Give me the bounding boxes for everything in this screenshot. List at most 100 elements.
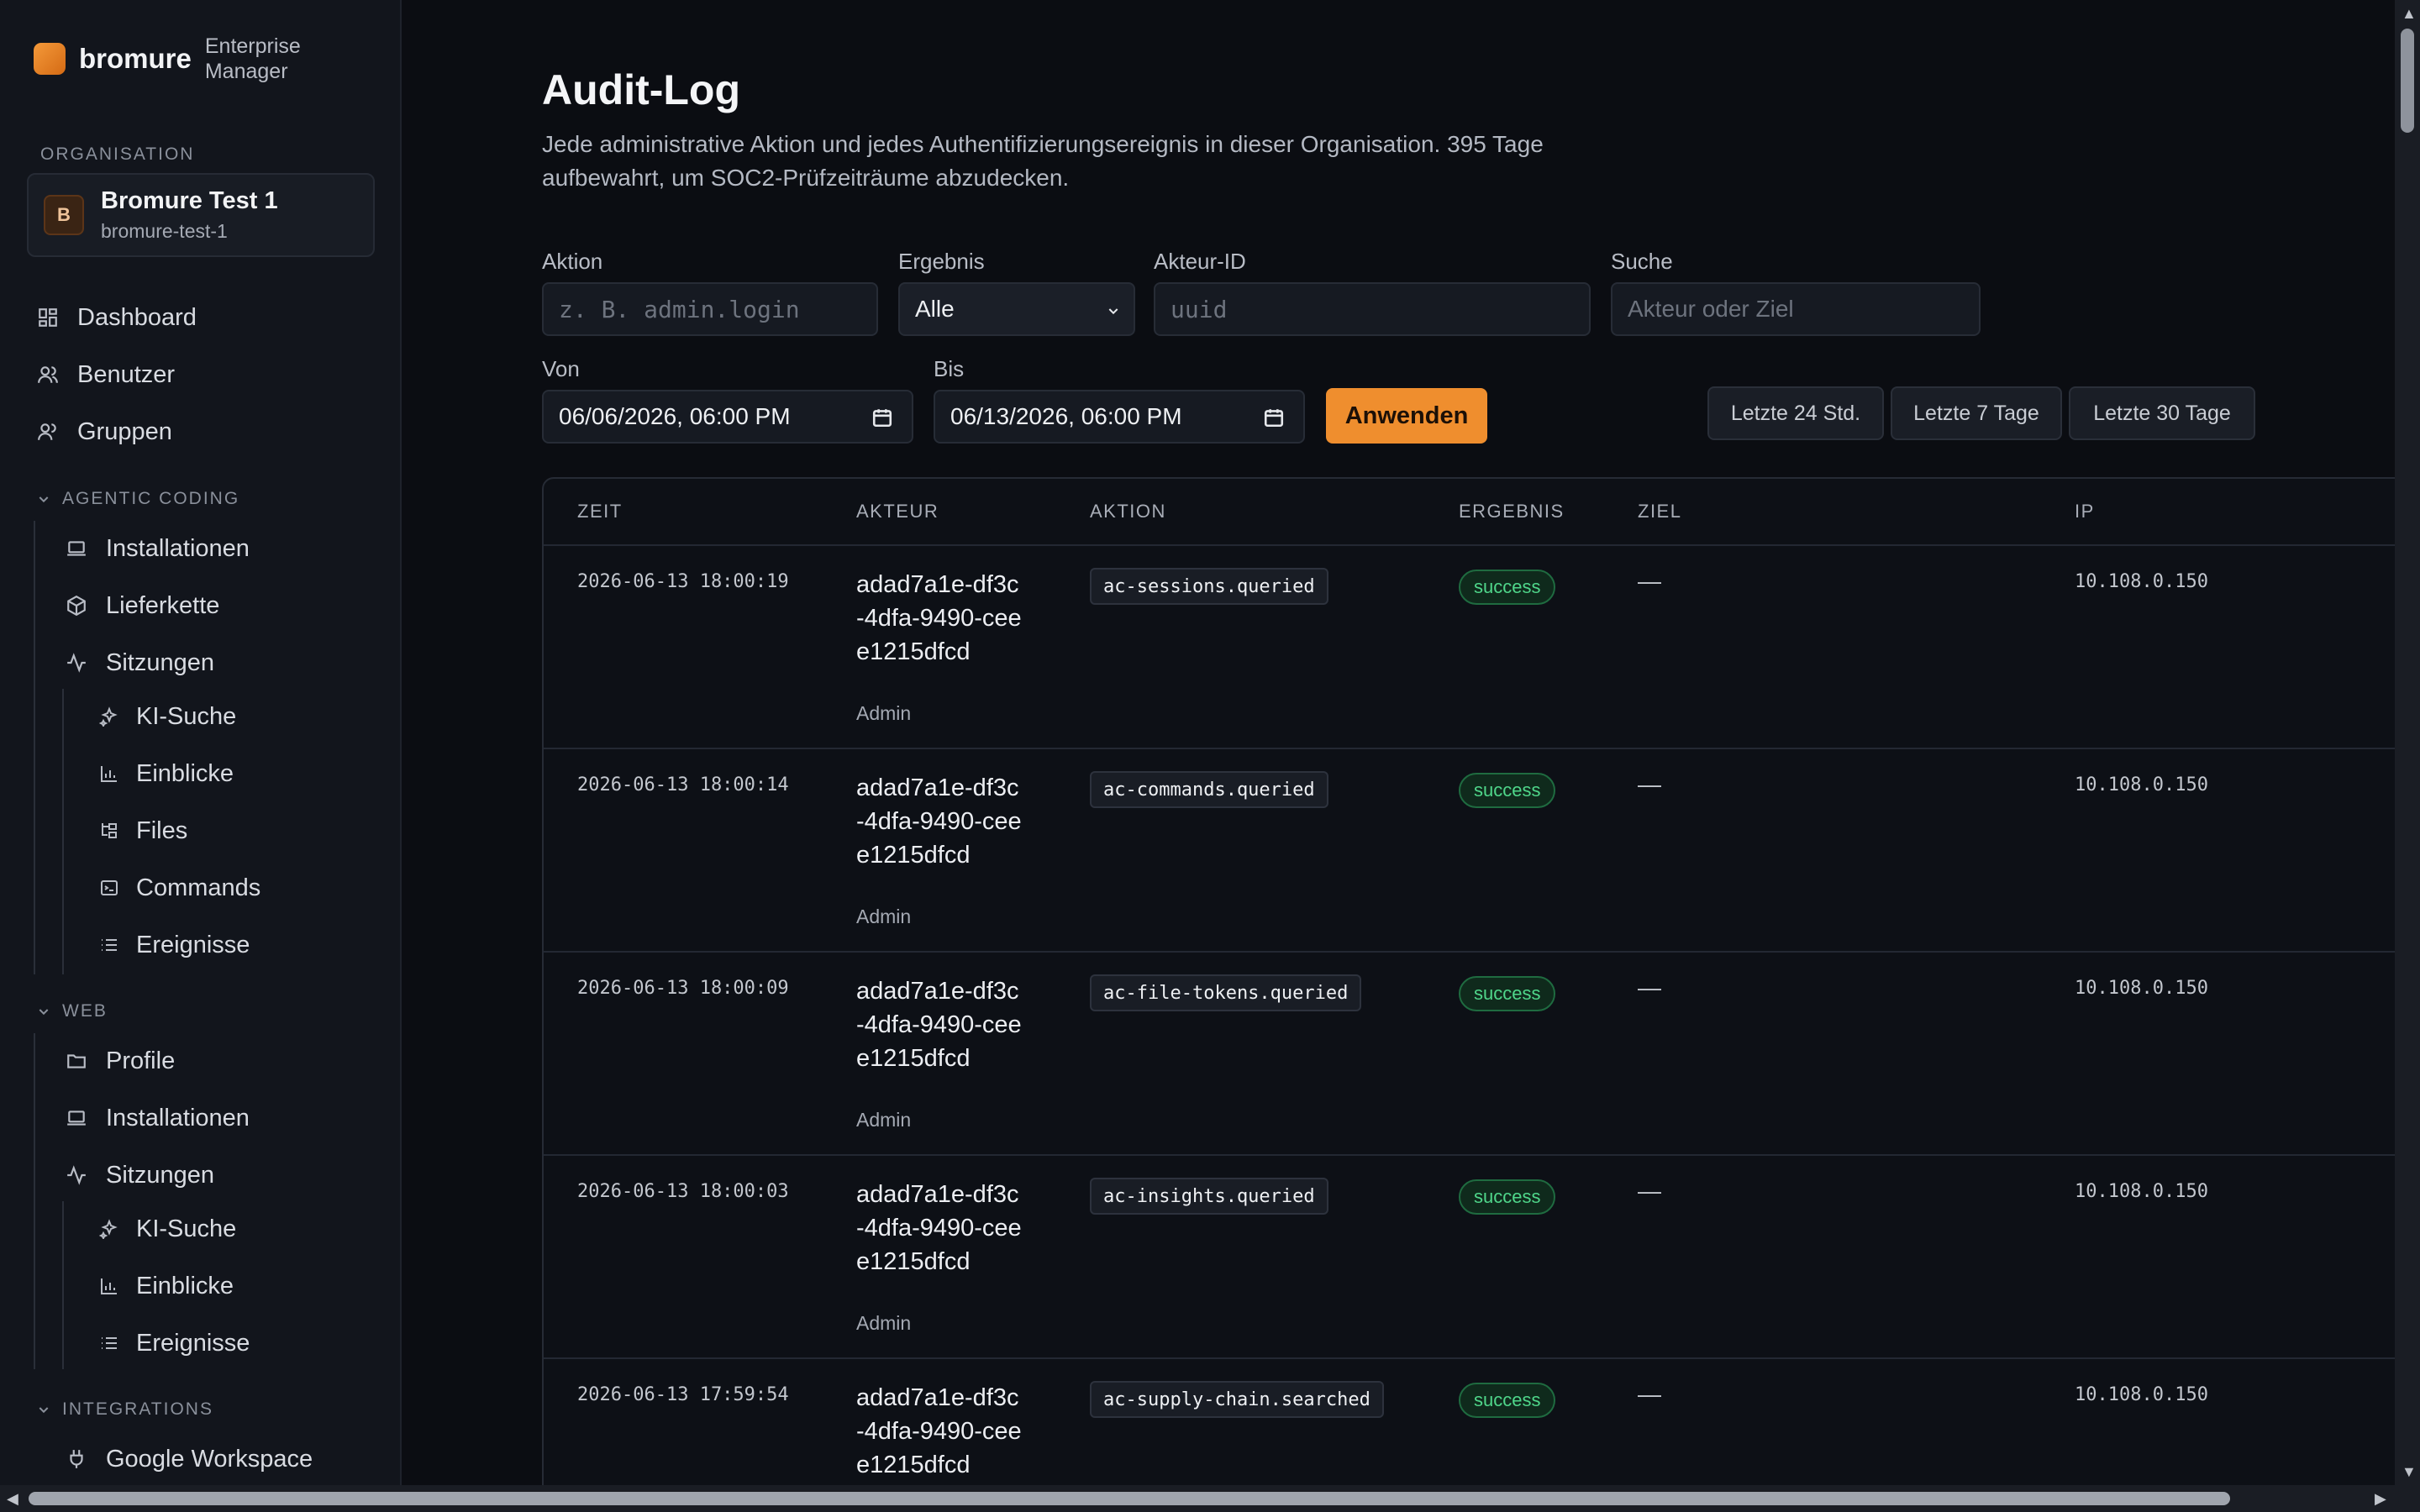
row-time: 2026-06-13 18:00:03	[577, 1181, 789, 1202]
result-filter-select[interactable]: Alle	[898, 282, 1135, 336]
to-date-label: Bis	[934, 356, 965, 381]
sidebar-item-label: KI-Suche	[136, 1215, 237, 1242]
org-switcher[interactable]: B Bromure Test 1 bromure-test-1	[27, 173, 375, 257]
sidebar-item-label: Files	[136, 816, 188, 844]
column-header-actor[interactable]: AKTEUR	[856, 501, 939, 522]
from-date-input[interactable]: 06/06/2026, 06:00 PM	[542, 390, 913, 444]
page-description: Jede administrative Aktion und jedes Aut…	[542, 131, 1544, 191]
column-header-action[interactable]: AKTION	[1090, 501, 1166, 522]
sidebar-item-dashboard[interactable]: Dashboard	[37, 297, 197, 339]
sidebar-item-label: Einblicke	[136, 1272, 234, 1299]
brand[interactable]: bromure Enterprise Manager	[34, 34, 314, 84]
group-label: INTEGRATIONS	[62, 1399, 213, 1419]
bar-chart-icon	[101, 1278, 117, 1294]
calendar-icon[interactable]	[871, 407, 893, 428]
column-header-time[interactable]: ZEIT	[577, 501, 623, 522]
actor-id-filter-input[interactable]: uuid	[1154, 282, 1591, 336]
table-row[interactable]: 2026-06-13 18:00:19 adad7a1e-df3c-4dfa-9…	[544, 546, 2395, 749]
action-filter-input[interactable]: z. B. admin.login	[542, 282, 878, 336]
sidebar-item-web-ki-suche[interactable]: KI-Suche	[99, 1208, 236, 1250]
sidebar-item-ac-installationen[interactable]: Installationen	[66, 528, 250, 570]
terminal-icon	[101, 880, 118, 895]
row-actor-id[interactable]: adad7a1e-df3c-4dfa-9490-ceee1215dfcd	[856, 974, 1024, 1075]
row-target: —	[1638, 771, 1661, 797]
bar-chart-icon	[101, 766, 117, 782]
sparkles-icon	[99, 706, 118, 727]
scroll-left-arrow-icon[interactable]: ◀	[7, 1490, 18, 1508]
activity-icon	[67, 653, 86, 673]
sidebar-item-label: Benutzer	[77, 360, 176, 388]
tree-line	[62, 1201, 64, 1369]
sidebar-item-ac-ki-suche[interactable]: KI-Suche	[99, 696, 236, 738]
table-row[interactable]: 2026-06-13 17:59:54 adad7a1e-df3c-4dfa-9…	[544, 1359, 2395, 1485]
group-label: AGENTIC CODING	[62, 489, 240, 508]
status-badge: success	[1459, 1179, 1556, 1215]
scroll-up-arrow-icon[interactable]: ▲	[2402, 5, 2417, 23]
quick-range-7d-button[interactable]: Letzte 7 Tage	[1891, 386, 2062, 440]
apply-button[interactable]: Anwenden	[1326, 388, 1487, 444]
row-action-code: ac-file-tokens.queried	[1090, 974, 1362, 1011]
status-badge: success	[1459, 570, 1556, 605]
horizontal-scrollbar[interactable]: ◀ ▶	[0, 1485, 2420, 1512]
chevron-down-icon	[39, 1407, 49, 1414]
group-label: WEB	[62, 1001, 108, 1021]
sidebar-item-web-sitzungen[interactable]: Sitzungen	[66, 1154, 214, 1196]
sidebar-item-ac-commands[interactable]: Commands	[99, 867, 260, 909]
row-actor-id[interactable]: adad7a1e-df3c-4dfa-9490-ceee1215dfcd	[856, 771, 1024, 872]
sidebar-item-gruppen[interactable]: Gruppen	[37, 411, 172, 453]
row-time: 2026-06-13 18:00:14	[577, 774, 789, 795]
file-tree-icon	[102, 823, 117, 838]
action-filter-label: Aktion	[542, 249, 603, 274]
column-header-target[interactable]: ZIEL	[1638, 501, 1681, 522]
sidebar-item-benutzer[interactable]: Benutzer	[37, 354, 175, 396]
result-filter-label: Ergebnis	[898, 249, 985, 274]
from-date-label: Von	[542, 356, 580, 381]
sidebar-item-label: Sitzungen	[106, 648, 214, 676]
row-action-code: ac-supply-chain.searched	[1090, 1381, 1384, 1418]
sidebar-item-web-installationen[interactable]: Installationen	[66, 1097, 250, 1139]
sidebar-item-ac-einblicke[interactable]: Einblicke	[99, 753, 234, 795]
chevron-down-icon	[1108, 308, 1118, 315]
scroll-right-arrow-icon[interactable]: ▶	[2375, 1490, 2386, 1508]
vertical-scrollbar[interactable]: ▲ ▼	[2395, 0, 2420, 1485]
group-agentic-coding[interactable]: AGENTIC CODING	[37, 489, 239, 509]
table-row[interactable]: 2026-06-13 18:00:14 adad7a1e-df3c-4dfa-9…	[544, 749, 2395, 953]
list-icon	[102, 939, 117, 951]
sidebar-item-ac-ereignisse[interactable]: Ereignisse	[99, 924, 250, 966]
sidebar-item-web-profile[interactable]: Profile	[66, 1040, 175, 1082]
quick-range-30d-button[interactable]: Letzte 30 Tage	[2069, 386, 2255, 440]
status-badge: success	[1459, 773, 1556, 808]
group-web[interactable]: WEB	[37, 1001, 108, 1021]
org-name: Bromure Test 1	[101, 187, 278, 214]
brand-subtitle: Enterprise Manager	[204, 34, 301, 83]
sidebar-item-label: Ereignisse	[136, 931, 250, 958]
table-row[interactable]: 2026-06-13 18:00:03 adad7a1e-df3c-4dfa-9…	[544, 1156, 2395, 1359]
table-row[interactable]: 2026-06-13 18:00:09 adad7a1e-df3c-4dfa-9…	[544, 953, 2395, 1156]
sidebar-item-ac-sitzungen[interactable]: Sitzungen	[66, 642, 214, 684]
scroll-down-arrow-icon[interactable]: ▼	[2402, 1463, 2417, 1481]
row-actor-id[interactable]: adad7a1e-df3c-4dfa-9490-ceee1215dfcd	[856, 1381, 1024, 1482]
sidebar-item-ac-files[interactable]: Files	[99, 810, 187, 852]
to-date-input[interactable]: 06/13/2026, 06:00 PM	[934, 390, 1305, 444]
sidebar-item-google-workspace[interactable]: Google Workspace	[66, 1438, 313, 1480]
row-actor-id[interactable]: adad7a1e-df3c-4dfa-9490-ceee1215dfcd	[856, 1178, 1024, 1278]
horizontal-scrollbar-thumb[interactable]	[29, 1492, 2230, 1505]
sidebar-item-web-ereignisse[interactable]: Ereignisse	[99, 1322, 250, 1364]
bromure-logo-icon	[34, 43, 66, 75]
quick-range-24h-button[interactable]: Letzte 24 Std.	[1707, 386, 1884, 440]
column-header-ip[interactable]: IP	[2075, 501, 2095, 522]
package-icon	[67, 595, 86, 617]
vertical-scrollbar-thumb[interactable]	[2401, 29, 2414, 133]
sidebar-item-web-einblicke[interactable]: Einblicke	[99, 1265, 234, 1307]
group-integrations[interactable]: INTEGRATIONS	[37, 1399, 213, 1420]
table-header: ZEIT AKTEUR AKTION ERGEBNIS ZIEL IP	[544, 479, 2395, 546]
chevron-down-icon	[39, 496, 49, 503]
sidebar-item-label: Installationen	[106, 1104, 250, 1131]
search-input[interactable]: Akteur oder Ziel	[1611, 282, 1981, 336]
row-actor-id[interactable]: adad7a1e-df3c-4dfa-9490-ceee1215dfcd	[856, 568, 1024, 669]
column-header-result[interactable]: ERGEBNIS	[1459, 501, 1565, 522]
laptop-icon	[67, 1110, 86, 1126]
calendar-icon[interactable]	[1263, 407, 1285, 428]
sidebar-item-ac-lieferkette[interactable]: Lieferkette	[66, 585, 219, 627]
sparkles-icon	[99, 1219, 118, 1239]
